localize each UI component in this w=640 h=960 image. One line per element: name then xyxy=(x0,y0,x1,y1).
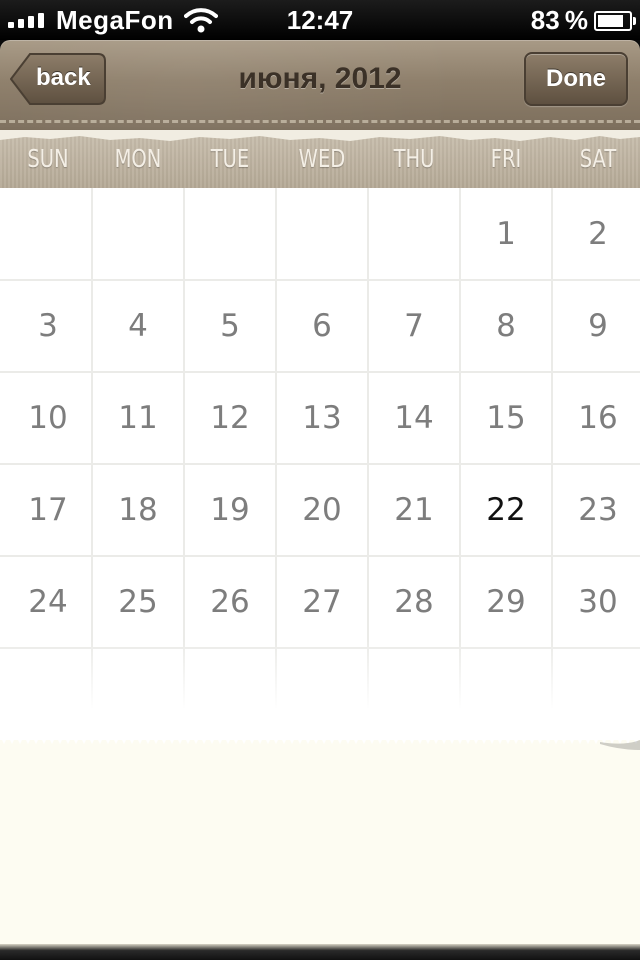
day-cell[interactable]: 8 xyxy=(460,280,552,372)
day-cell[interactable]: 27 xyxy=(276,556,368,648)
leather-stitching xyxy=(0,120,640,123)
day-cell[interactable]: 24 xyxy=(2,556,94,648)
battery-level xyxy=(598,15,623,27)
weekday-label-sun: SUN xyxy=(27,144,69,173)
day-cell[interactable]: 23 xyxy=(552,464,640,556)
weekday-label-wed: WED xyxy=(298,144,346,173)
day-cell[interactable]: 15 xyxy=(460,372,552,464)
day-cell[interactable]: 18 xyxy=(92,464,184,556)
day-cell[interactable]: 17 xyxy=(2,464,94,556)
day-cell[interactable]: 13 xyxy=(276,372,368,464)
day-cell[interactable]: 28 xyxy=(368,556,460,648)
day-cell[interactable]: 12 xyxy=(184,372,276,464)
day-cell[interactable]: 30 xyxy=(552,556,640,648)
day-cell[interactable]: 14 xyxy=(368,372,460,464)
day-cell[interactable]: 4 xyxy=(92,280,184,372)
done-button[interactable]: Done xyxy=(524,52,628,106)
perforated-edge xyxy=(0,736,640,750)
day-cell[interactable]: 7 xyxy=(368,280,460,372)
weekday-label-fri: FRI xyxy=(490,144,522,173)
day-cell-today[interactable]: 22 xyxy=(460,464,552,556)
notepad-bottom-edge xyxy=(0,944,640,960)
nav-header: back июня, 2012 Done xyxy=(0,40,640,132)
day-cell[interactable]: 11 xyxy=(92,372,184,464)
day-cell[interactable]: 5 xyxy=(184,280,276,372)
day-cell[interactable]: 2 xyxy=(552,188,640,280)
weekday-label-thu: THU xyxy=(393,144,435,173)
calendar-grid: 1 2 3 4 5 6 7 8 9 10 11 12 13 14 15 16 17 18 19 20 21 22 23 24 2… xyxy=(0,188,640,740)
day-cell[interactable]: 6 xyxy=(276,280,368,372)
day-cell[interactable]: 10 xyxy=(2,372,94,464)
day-cell[interactable]: 25 xyxy=(92,556,184,648)
status-bar: MegaFon 12:47 83 % xyxy=(0,0,640,40)
day-cell[interactable]: 29 xyxy=(460,556,552,648)
day-cell[interactable]: 1 xyxy=(460,188,552,280)
day-cell[interactable]: 16 xyxy=(552,372,640,464)
weekday-label-tue: TUE xyxy=(210,144,250,173)
day-cell[interactable]: 26 xyxy=(184,556,276,648)
day-cell[interactable]: 20 xyxy=(276,464,368,556)
weekday-strip: SUN MON TUE WED THU FRI SAT xyxy=(0,130,640,188)
weekday-label-sat: SAT xyxy=(579,144,617,173)
day-cell[interactable]: 19 xyxy=(184,464,276,556)
day-cell[interactable]: 9 xyxy=(552,280,640,372)
battery-percent: 83 % xyxy=(530,5,588,35)
day-cell[interactable]: 21 xyxy=(368,464,460,556)
battery-icon xyxy=(594,11,636,31)
weekday-label-mon: MON xyxy=(114,144,162,173)
sheet-fade xyxy=(0,640,640,740)
day-cell[interactable]: 3 xyxy=(2,280,94,372)
